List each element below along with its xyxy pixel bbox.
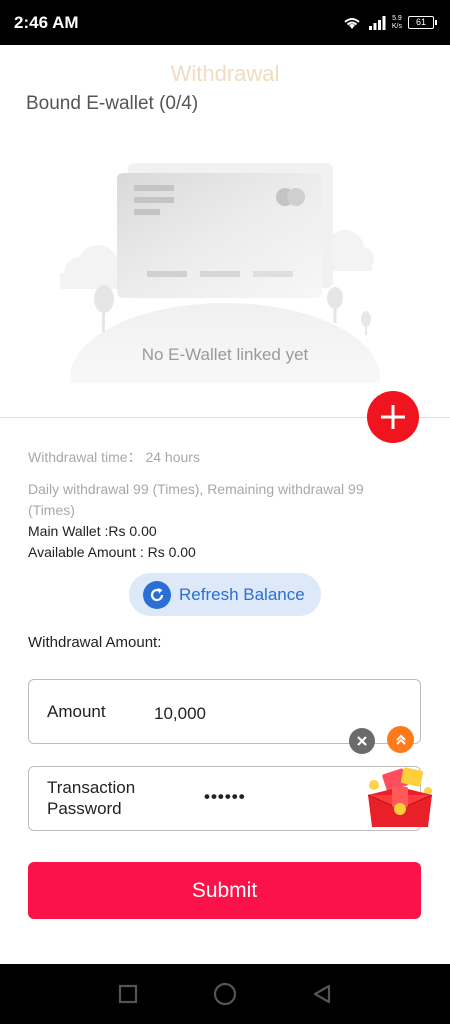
main-wallet-text: Main Wallet :Rs 0.00 (28, 523, 157, 539)
plus-icon (381, 405, 405, 429)
refresh-balance-button[interactable]: Refresh Balance (129, 573, 321, 616)
status-bar: 2:46 AM 5.9 K/s 61 (0, 0, 450, 45)
transaction-password-input[interactable]: •••••• (204, 787, 246, 807)
wifi-icon (344, 17, 360, 29)
page-title: Withdrawal (170, 61, 280, 86)
refresh-balance-label: Refresh Balance (179, 584, 305, 604)
bound-wallet-label: Bound E-wallet (0/4) (26, 93, 199, 114)
scroll-top-icon[interactable] (387, 726, 414, 753)
withdrawal-amount-heading: Withdrawal Amount: (28, 634, 162, 651)
battery-icon: 61 (408, 16, 437, 29)
daily-withdrawal-text-cont: (Times) (28, 502, 75, 518)
back-triangle-icon (313, 984, 330, 1004)
amount-label: Amount (47, 702, 106, 721)
net-speed: 5.9 K/s (391, 14, 402, 30)
refresh-icon (143, 580, 171, 609)
status-icons: 5.9 K/s 61 (342, 14, 437, 31)
square-icon (119, 984, 138, 1004)
submit-button[interactable]: Submit (28, 862, 421, 919)
daily-withdrawal-text: Daily withdrawal 99 (Times), Remaining w… (28, 481, 364, 497)
clear-icon[interactable] (349, 728, 375, 754)
home-button[interactable] (210, 979, 240, 1009)
circle-icon (213, 982, 237, 1006)
system-nav-bar (0, 964, 450, 1024)
withdrawal-time-text: Withdrawal time： 24 hours (28, 449, 200, 465)
available-amount-text: Available Amount : Rs 0.00 (28, 544, 196, 560)
recents-button[interactable] (113, 979, 143, 1009)
status-time: 2:46 AM (14, 12, 79, 32)
signal-icon (368, 15, 386, 30)
back-button[interactable] (307, 979, 337, 1009)
red-envelope-gift-icon[interactable] (362, 765, 438, 833)
amount-input[interactable]: 10,000 (154, 704, 206, 724)
withdrawal-page: Withdrawal Bound E-wallet (0/4) No E-Wal… (0, 45, 450, 964)
empty-wallet-text: No E-Wallet linked yet (141, 345, 309, 364)
add-wallet-button[interactable] (367, 391, 419, 443)
transaction-password-label: Transaction Password (47, 778, 136, 818)
